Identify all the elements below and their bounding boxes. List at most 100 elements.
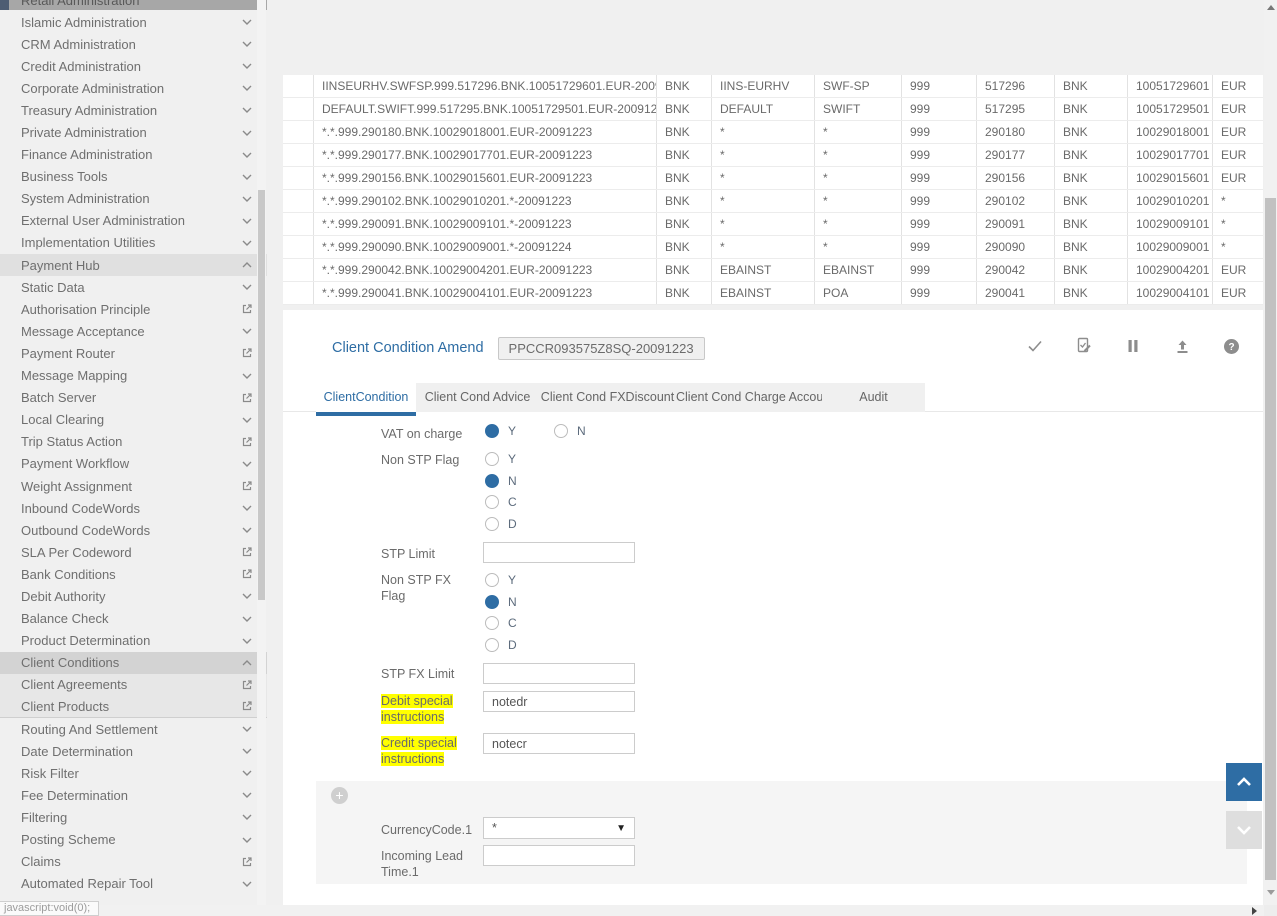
sidebar-item-client-agreements[interactable]: Client Agreements	[0, 674, 267, 696]
table-cell: POA	[815, 282, 902, 304]
sidebar-item-message-mapping[interactable]: Message Mapping	[0, 365, 267, 387]
radio-selected-icon[interactable]	[485, 595, 499, 609]
radio-unselected-icon[interactable]	[485, 517, 499, 531]
radio-option[interactable]: Y	[485, 424, 516, 438]
sidebar-item-posting-scheme[interactable]: Posting Scheme	[0, 828, 267, 850]
currency-code-select[interactable]: * ▼	[483, 817, 635, 839]
sidebar-item-static-data[interactable]: Static Data	[0, 276, 267, 298]
sidebar-item-payment-workflow[interactable]: Payment Workflow	[0, 453, 267, 475]
radio-unselected-icon[interactable]	[485, 452, 499, 466]
sidebar-item-authorisation-principle[interactable]: Authorisation Principle	[0, 298, 267, 320]
table-row[interactable]: *.*.999.290042.BNK.10029004201.EUR-20091…	[283, 259, 1263, 282]
sidebar-item-risk-filter[interactable]: Risk Filter	[0, 762, 267, 784]
edit-record-icon[interactable]	[1074, 336, 1094, 356]
table-row[interactable]: DEFAULT.SWIFT.999.517295.BNK.10051729501…	[283, 98, 1263, 121]
table-row[interactable]: *.*.999.290090.BNK.10029009001.*-2009122…	[283, 236, 1263, 259]
sidebar-item-claims[interactable]: Claims	[0, 851, 267, 873]
table-row[interactable]: *.*.999.290102.BNK.10029010201.*-2009122…	[283, 190, 1263, 213]
debit-special-instructions-input[interactable]	[483, 691, 635, 712]
sidebar-scrollbar-thumb[interactable]	[258, 190, 265, 600]
table-row[interactable]: *.*.999.290177.BNK.10029017701.EUR-20091…	[283, 144, 1263, 167]
sidebar-item-debit-authority[interactable]: Debit Authority	[0, 585, 267, 607]
stp-limit-input[interactable]	[483, 542, 635, 563]
sidebar-item-fee-determination[interactable]: Fee Determination	[0, 784, 267, 806]
radio-unselected-icon[interactable]	[485, 573, 499, 587]
help-icon[interactable]: ?	[1221, 336, 1241, 356]
sidebar-item-client-conditions[interactable]: Client Conditions	[0, 652, 267, 674]
vertical-scrollbar-thumb[interactable]	[1265, 198, 1276, 880]
tab-client-cond-fxdiscount[interactable]: Client Cond FXDiscount	[539, 383, 676, 412]
confirm-icon[interactable]	[1025, 336, 1045, 356]
radio-unselected-icon[interactable]	[485, 638, 499, 652]
sidebar-item-crm-administration[interactable]: CRM Administration	[0, 33, 267, 55]
scrollbar-up-arrow-icon[interactable]	[1267, 5, 1275, 10]
sidebar-item-islamic-administration[interactable]: Islamic Administration	[0, 11, 267, 33]
radio-option[interactable]: C	[485, 495, 517, 509]
sidebar-item-weight-assignment[interactable]: Weight Assignment	[0, 475, 267, 497]
sidebar-item-treasury-administration[interactable]: Treasury Administration	[0, 99, 267, 121]
sidebar-item-retail-administration[interactable]: Retail Administration	[0, 0, 267, 10]
scroll-to-top-button[interactable]	[1226, 763, 1262, 801]
radio-option[interactable]: N	[485, 595, 517, 609]
sidebar-item-automated-repair-tool[interactable]: Automated Repair Tool	[0, 873, 267, 895]
sidebar-item-finance-administration[interactable]: Finance Administration	[0, 144, 267, 166]
tab-client-cond-advice[interactable]: Client Cond Advice	[416, 383, 539, 412]
sidebar-item-trip-status-action[interactable]: Trip Status Action	[0, 431, 267, 453]
sidebar-item-private-administration[interactable]: Private Administration	[0, 121, 267, 143]
sidebar-item-balance-check[interactable]: Balance Check	[0, 608, 267, 630]
radio-option[interactable]: Y	[485, 452, 517, 466]
sidebar-item-sla-per-codeword[interactable]: SLA Per Codeword	[0, 541, 267, 563]
radio-option[interactable]: N	[554, 424, 586, 438]
table-row[interactable]: *.*.999.290156.BNK.10029015601.EUR-20091…	[283, 167, 1263, 190]
sidebar-item-filtering[interactable]: Filtering	[0, 806, 267, 828]
sidebar-item-business-tools[interactable]: Business Tools	[0, 166, 267, 188]
tab-audit[interactable]: Audit	[822, 383, 925, 412]
upload-icon[interactable]	[1172, 336, 1192, 356]
sidebar-item-payment-router[interactable]: Payment Router	[0, 342, 267, 364]
sidebar-item-local-clearing[interactable]: Local Clearing	[0, 409, 267, 431]
sidebar-item-credit-administration[interactable]: Credit Administration	[0, 55, 267, 77]
sidebar-item-product-determination[interactable]: Product Determination	[0, 630, 267, 652]
scrollbar-right-arrow-icon[interactable]	[1252, 907, 1257, 915]
radio-option[interactable]: Y	[485, 573, 517, 587]
sidebar-item-client-products[interactable]: Client Products	[0, 696, 267, 718]
page-vertical-scrollbar[interactable]	[1264, 0, 1277, 905]
sidebar-item-routing-and-settlement[interactable]: Routing And Settlement	[0, 718, 267, 740]
radio-selected-icon[interactable]	[485, 424, 499, 438]
scroll-to-bottom-button[interactable]	[1226, 811, 1262, 849]
radio-option[interactable]: C	[485, 616, 517, 630]
table-row[interactable]: *.*.999.290091.BNK.10029009101.*-2009122…	[283, 213, 1263, 236]
sidebar-item-batch-server[interactable]: Batch Server	[0, 387, 267, 409]
sidebar-item-bank-conditions[interactable]: Bank Conditions	[0, 563, 267, 585]
sidebar-item-corporate-administration[interactable]: Corporate Administration	[0, 77, 267, 99]
credit-special-instructions-input[interactable]	[483, 733, 635, 754]
page-horizontal-scrollbar[interactable]	[0, 905, 1264, 916]
radio-unselected-icon[interactable]	[485, 616, 499, 630]
sidebar-item-outbound-codewords[interactable]: Outbound CodeWords	[0, 519, 267, 541]
radio-unselected-icon[interactable]	[485, 495, 499, 509]
popout-icon	[241, 546, 253, 558]
sidebar-item-message-acceptance[interactable]: Message Acceptance	[0, 320, 267, 342]
hold-icon[interactable]	[1123, 336, 1143, 356]
sidebar-item-external-user-administration[interactable]: External User Administration	[0, 210, 267, 232]
radio-option[interactable]: D	[485, 517, 517, 531]
add-row-icon[interactable]: +	[331, 787, 348, 804]
sidebar-scrollbar[interactable]	[257, 0, 266, 916]
sidebar-item-implementation-utilities[interactable]: Implementation Utilities	[0, 232, 267, 254]
stp-fx-limit-input[interactable]	[483, 663, 635, 684]
incoming-lead-time-input[interactable]	[483, 845, 635, 866]
radio-option[interactable]: D	[485, 638, 517, 652]
sidebar-item-payment-hub[interactable]: Payment Hub	[0, 254, 267, 276]
tab-clientcondition[interactable]: ClientCondition	[316, 383, 416, 412]
table-row[interactable]: *.*.999.290041.BNK.10029004101.EUR-20091…	[283, 282, 1263, 305]
scrollbar-down-arrow-icon[interactable]	[1267, 890, 1275, 895]
tab-client-cond-charge-account[interactable]: Client Cond Charge Account	[676, 383, 822, 412]
table-row[interactable]: *.*.999.290180.BNK.10029018001.EUR-20091…	[283, 121, 1263, 144]
sidebar-item-system-administration[interactable]: System Administration	[0, 188, 267, 210]
table-row[interactable]: IINSEURHV.SWFSP.999.517296.BNK.100517296…	[283, 75, 1263, 98]
radio-option[interactable]: N	[485, 474, 517, 488]
sidebar-item-date-determination[interactable]: Date Determination	[0, 740, 267, 762]
sidebar-item-inbound-codewords[interactable]: Inbound CodeWords	[0, 497, 267, 519]
radio-selected-icon[interactable]	[485, 474, 499, 488]
radio-unselected-icon[interactable]	[554, 424, 568, 438]
